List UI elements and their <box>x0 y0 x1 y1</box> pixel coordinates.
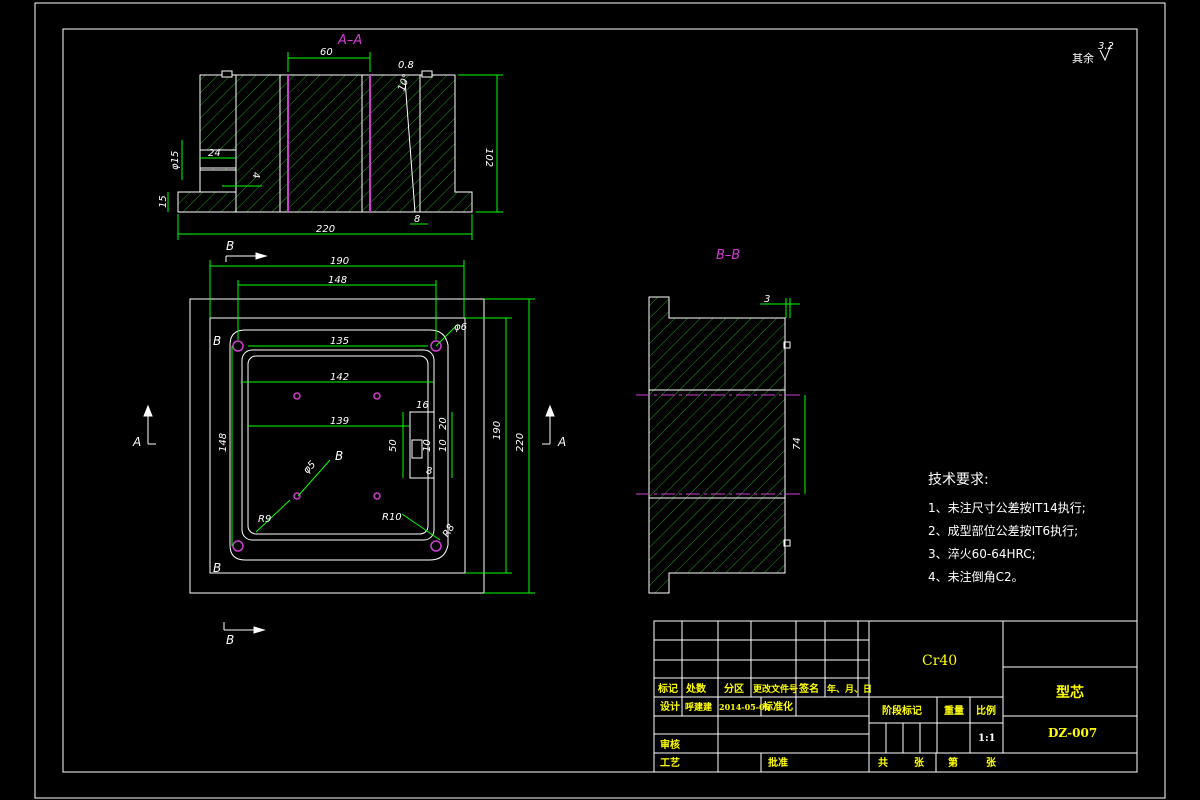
section-label-a-right: A <box>557 435 566 449</box>
tb-weight-label: 重量 <box>944 704 964 717</box>
tb-drawing-no: DZ-007 <box>1048 726 1097 740</box>
tb-header: 处数 <box>685 682 707 695</box>
cad-drawing-sheet: 其余 3.2 A–A 60 220 102 φ15 24 4 15 8 0.8 … <box>34 2 1166 799</box>
plan-label-b-mid: B <box>335 449 343 463</box>
tb-header: 分区 <box>724 682 744 695</box>
section-a-a: A–A 60 220 102 φ15 24 4 15 8 0.8 10° <box>158 33 503 240</box>
tb-header: 更改文件号 <box>753 683 798 695</box>
plan-dim-20: 20 <box>438 417 449 430</box>
plan-dim-hole-top: φ6 <box>454 322 467 333</box>
plan-dim-142: 142 <box>330 372 349 383</box>
plan-dim-220-right: 220 <box>515 433 526 452</box>
bb-dim-top: 3 <box>764 294 770 305</box>
tb-sheets-total-suffix: 张 <box>914 756 925 769</box>
plan-dim-50: 50 <box>388 439 399 452</box>
aa-dim-left-dia: φ15 <box>170 151 181 170</box>
roughness-label: 其余 <box>1072 51 1094 65</box>
plan-dim-135: 135 <box>330 336 349 347</box>
aa-dim-bottom-width: 220 <box>316 224 335 235</box>
tb-review-label: 审核 <box>660 738 680 751</box>
tb-design-label: 设计 <box>660 700 680 713</box>
plan-dim-10b: 10 <box>422 439 433 452</box>
plan-dim-hole: φ5 <box>301 459 318 476</box>
requirement-item: 4、未注倒角C2。 <box>928 569 1024 584</box>
aa-dim-top-width: 60 <box>320 47 333 58</box>
tb-std-label: 标准化 <box>762 700 793 713</box>
aa-dim-left-small: 4 <box>250 172 261 178</box>
requirement-item: 1、未注尺寸公差按IT14执行; <box>928 500 1086 515</box>
tb-stage-label: 阶段标记 <box>882 704 922 717</box>
section-label-a-left: A <box>132 435 141 449</box>
plan-dim-139: 139 <box>330 416 349 427</box>
roughness-note: 其余 3.2 <box>1072 41 1114 65</box>
plan-label-b-top: B <box>213 334 221 348</box>
plan-dim-10a: 10 <box>438 439 449 452</box>
section-label-b-bottom: B <box>226 633 234 647</box>
tb-header: 年、月、日 <box>827 683 872 695</box>
tb-header: 签名 <box>798 682 819 695</box>
section-arrow-b-bottom <box>223 622 266 634</box>
section-bb-body <box>648 296 786 594</box>
tb-process-label: 工艺 <box>660 756 680 769</box>
section-label-b-top: B <box>226 239 234 253</box>
tb-sheets-num: 第 <box>948 756 958 769</box>
plan-dim-190-right: 190 <box>492 421 503 440</box>
tb-sheets-total: 共 <box>878 756 888 769</box>
requirement-item: 3、淬火60-64HRC; <box>928 546 1036 561</box>
plan-view: 190 148 135 142 139 148 190 220 φ6 φ5 R9… <box>132 239 566 647</box>
tb-material: Cr40 <box>922 653 957 669</box>
plan-dim-148-left: 148 <box>218 433 229 452</box>
technical-requirements: 技术要求: 1、未注尺寸公差按IT14执行; 2、成型部位公差按IT6执行; 3… <box>928 472 1086 584</box>
tb-scale-label: 比例 <box>976 704 996 717</box>
plan-dim-8: 8 <box>426 466 432 477</box>
tb-designer: 呼建建 <box>685 701 713 713</box>
aa-dim-right-small: 8 <box>414 214 420 225</box>
plan-dim-r9: R9 <box>258 514 271 525</box>
tb-approve-label: 批准 <box>768 756 788 769</box>
tb-scale-value: 1:1 <box>978 733 996 744</box>
aa-dim-taper: 0.8 <box>398 60 414 71</box>
plan-dim-16: 16 <box>416 400 429 411</box>
aa-dim-left-height: 15 <box>158 195 169 208</box>
plan-dim-190-top: 190 <box>330 256 349 267</box>
section-arrow-a-right <box>542 404 555 445</box>
section-bb-title: B–B <box>716 248 740 263</box>
plan-dim-r10: R10 <box>382 512 402 523</box>
section-aa-title: A–A <box>337 33 362 48</box>
tb-header: 标记 <box>657 682 678 695</box>
aa-dim-right-height: 102 <box>483 148 494 167</box>
plan-dim-r8: R8 <box>441 522 457 539</box>
plan-label-b-bottom: B <box>213 561 221 575</box>
roughness-value: 3.2 <box>1098 41 1114 52</box>
requirements-title: 技术要求: <box>928 472 989 488</box>
plan-dim-148-top: 148 <box>328 275 347 286</box>
requirement-item: 2、成型部位公差按IT6执行; <box>928 523 1078 538</box>
section-arrow-b-top <box>225 252 268 262</box>
tb-part-name: 型芯 <box>1056 684 1084 701</box>
tb-sheets-num-suffix: 张 <box>986 756 997 769</box>
title-block: 标记 处数 分区 更改文件号 签名 年、月、日 设计 呼建建 2014-05-0… <box>653 620 1138 773</box>
aa-dim-left-top: 24 <box>208 148 221 159</box>
section-b-b: B–B 3 74 <box>636 248 806 594</box>
bb-dim-height: 74 <box>792 437 803 450</box>
section-arrow-a-left <box>143 404 156 445</box>
